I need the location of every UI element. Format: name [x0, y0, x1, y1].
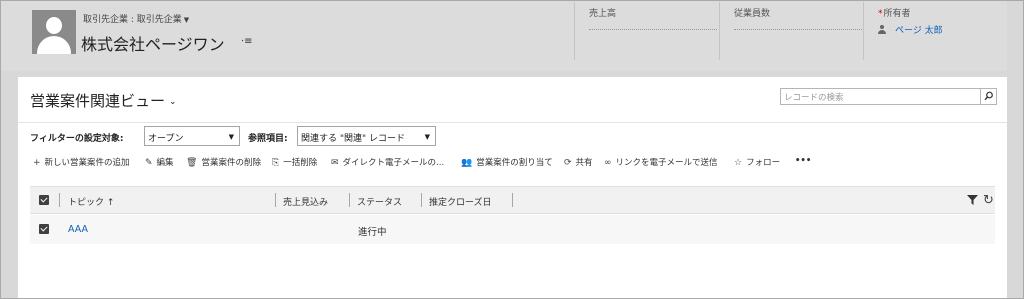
select-all-checkbox[interactable]	[39, 195, 49, 205]
dropdown-arrow-icon: ▼	[228, 133, 234, 141]
record-name: 株式会社ページワン	[81, 35, 225, 54]
refresh-icon[interactable]: ↻	[983, 193, 994, 208]
status-cell: 進行中	[358, 227, 387, 238]
link-icon: ∞	[604, 158, 612, 168]
owner-label-text: 所有者	[883, 9, 911, 19]
button-label: 営業案件の削除	[201, 158, 261, 168]
record-header: 取引先企業 : 取引先企業 ▼ 株式会社ページワン ⋅≡ 売上高 従業員数 *所有…	[1, 1, 1007, 71]
assign-button[interactable]: 👥 営業案件の割り当て	[461, 156, 553, 168]
star-icon: ☆	[734, 158, 743, 168]
ref-label: 参照項目:	[248, 134, 288, 144]
button-label: リンクを電子メールで送信	[615, 158, 718, 168]
entity-type-selector[interactable]: 取引先企業 : 取引先企業 ▼	[83, 12, 189, 25]
button-label: 営業案件の割り当て	[476, 158, 553, 168]
user-icon	[878, 25, 886, 34]
record-menu-icon[interactable]: ⋅≡	[241, 36, 253, 47]
share-button[interactable]: ⟳ 共有	[564, 156, 593, 168]
search-input[interactable]: レコードの検索	[784, 91, 844, 103]
button-label: 新しい営業案件の追加	[44, 158, 130, 168]
column-separator[interactable]	[275, 193, 276, 207]
envelope-icon: ✉	[331, 158, 339, 168]
column-separator[interactable]	[512, 193, 513, 207]
column-separator[interactable]	[421, 193, 422, 207]
chevron-down-icon: ⌄	[169, 97, 177, 107]
required-marker: *	[878, 9, 883, 19]
bulk-delete-button[interactable]: ⎘ 一括削除	[272, 156, 317, 168]
view-title: 営業案件関連ビュー	[30, 92, 166, 110]
dropdown-arrow-icon: ▼	[424, 133, 430, 141]
owner-name: ページ 太郎	[895, 26, 943, 36]
follow-button[interactable]: ☆ フォロー	[734, 156, 780, 168]
assign-users-icon: 👥	[461, 158, 473, 168]
column-header-revenue[interactable]: 売上見込み	[283, 195, 328, 208]
topic-link[interactable]: AAA	[68, 224, 88, 235]
trash-icon: 🗑	[186, 158, 198, 168]
header-field-empty-value[interactable]	[589, 29, 717, 30]
share-icon: ⟳	[564, 158, 572, 168]
record-avatar[interactable]	[32, 10, 76, 54]
avatar-head-shape	[46, 17, 62, 34]
delete-button[interactable]: 🗑 営業案件の削除	[186, 156, 261, 168]
pencil-icon: ✎	[145, 158, 153, 168]
filter-label: フィルターの設定対象:	[30, 134, 124, 144]
row-checkbox[interactable]	[39, 224, 49, 234]
command-bar: + 新しい営業案件の追加 ✎ 編集 🗑 営業案件の削除 ⎘ 一括削除 ✉ ダイレクト電子メ…	[18, 154, 1007, 170]
header-field-label: 売上高	[589, 9, 617, 19]
header-field-empty-value[interactable]	[734, 29, 862, 30]
header-field-revenue: 売上高	[574, 2, 719, 60]
email-link-button[interactable]: ∞ リンクを電子メールで送信	[604, 156, 718, 168]
view-selector[interactable]: 営業案件関連ビュー ⌄	[30, 90, 177, 111]
caret-down-icon: ▼	[183, 16, 190, 24]
search-icon[interactable]	[980, 89, 996, 104]
column-header-topic[interactable]: トピック ↑	[68, 195, 114, 208]
edit-button[interactable]: ✎ 編集	[145, 156, 174, 168]
button-label: 共有	[575, 158, 593, 168]
header-field-owner: *所有者 ページ 太郎	[863, 2, 1007, 60]
column-separator[interactable]	[59, 193, 60, 207]
button-label: ダイレクト電子メールの...	[342, 158, 445, 168]
filter-icon[interactable]	[967, 195, 978, 208]
button-label: 編集	[156, 158, 174, 168]
search-box: レコードの検索	[780, 88, 997, 105]
ref-select-value: 関連する "関連" レコード	[301, 134, 406, 144]
grid-header: トピック ↑ 売上見込み ステータス 推定クローズ日 ↻	[30, 186, 995, 214]
new-opportunity-button[interactable]: + 新しい営業案件の追加	[33, 156, 130, 168]
column-header-close-date[interactable]: 推定クローズ日	[429, 195, 492, 208]
direct-email-button[interactable]: ✉ ダイレクト電子メールの...	[331, 156, 444, 168]
plus-icon: +	[33, 158, 41, 168]
column-header-status[interactable]: ステータス	[357, 195, 402, 208]
divider	[18, 122, 1007, 123]
button-label: フォロー	[746, 158, 781, 168]
more-commands-button[interactable]: •••	[795, 156, 811, 166]
avatar-shoulders-shape	[37, 36, 71, 54]
button-label: 一括削除	[283, 158, 318, 168]
header-field-label: *所有者	[878, 6, 911, 19]
header-field-label: 従業員数	[734, 9, 771, 19]
related-view-panel: 営業案件関連ビュー ⌄ レコードの検索 フィルターの設定対象: オープン ▼ 参照…	[18, 77, 1007, 298]
filter-select[interactable]: オープン ▼	[144, 126, 240, 146]
table-row[interactable]: AAA 進行中	[30, 215, 995, 244]
filter-select-value: オープン	[148, 134, 184, 144]
column-separator[interactable]	[349, 193, 350, 207]
owner-link[interactable]: ページ 太郎	[878, 23, 943, 36]
header-field-employees: 従業員数	[719, 2, 863, 60]
entity-type-label: 取引先企業 : 取引先企業	[83, 15, 182, 25]
ref-select[interactable]: 関連する "関連" レコード ▼	[297, 126, 436, 146]
bulk-delete-icon: ⎘	[272, 158, 280, 168]
